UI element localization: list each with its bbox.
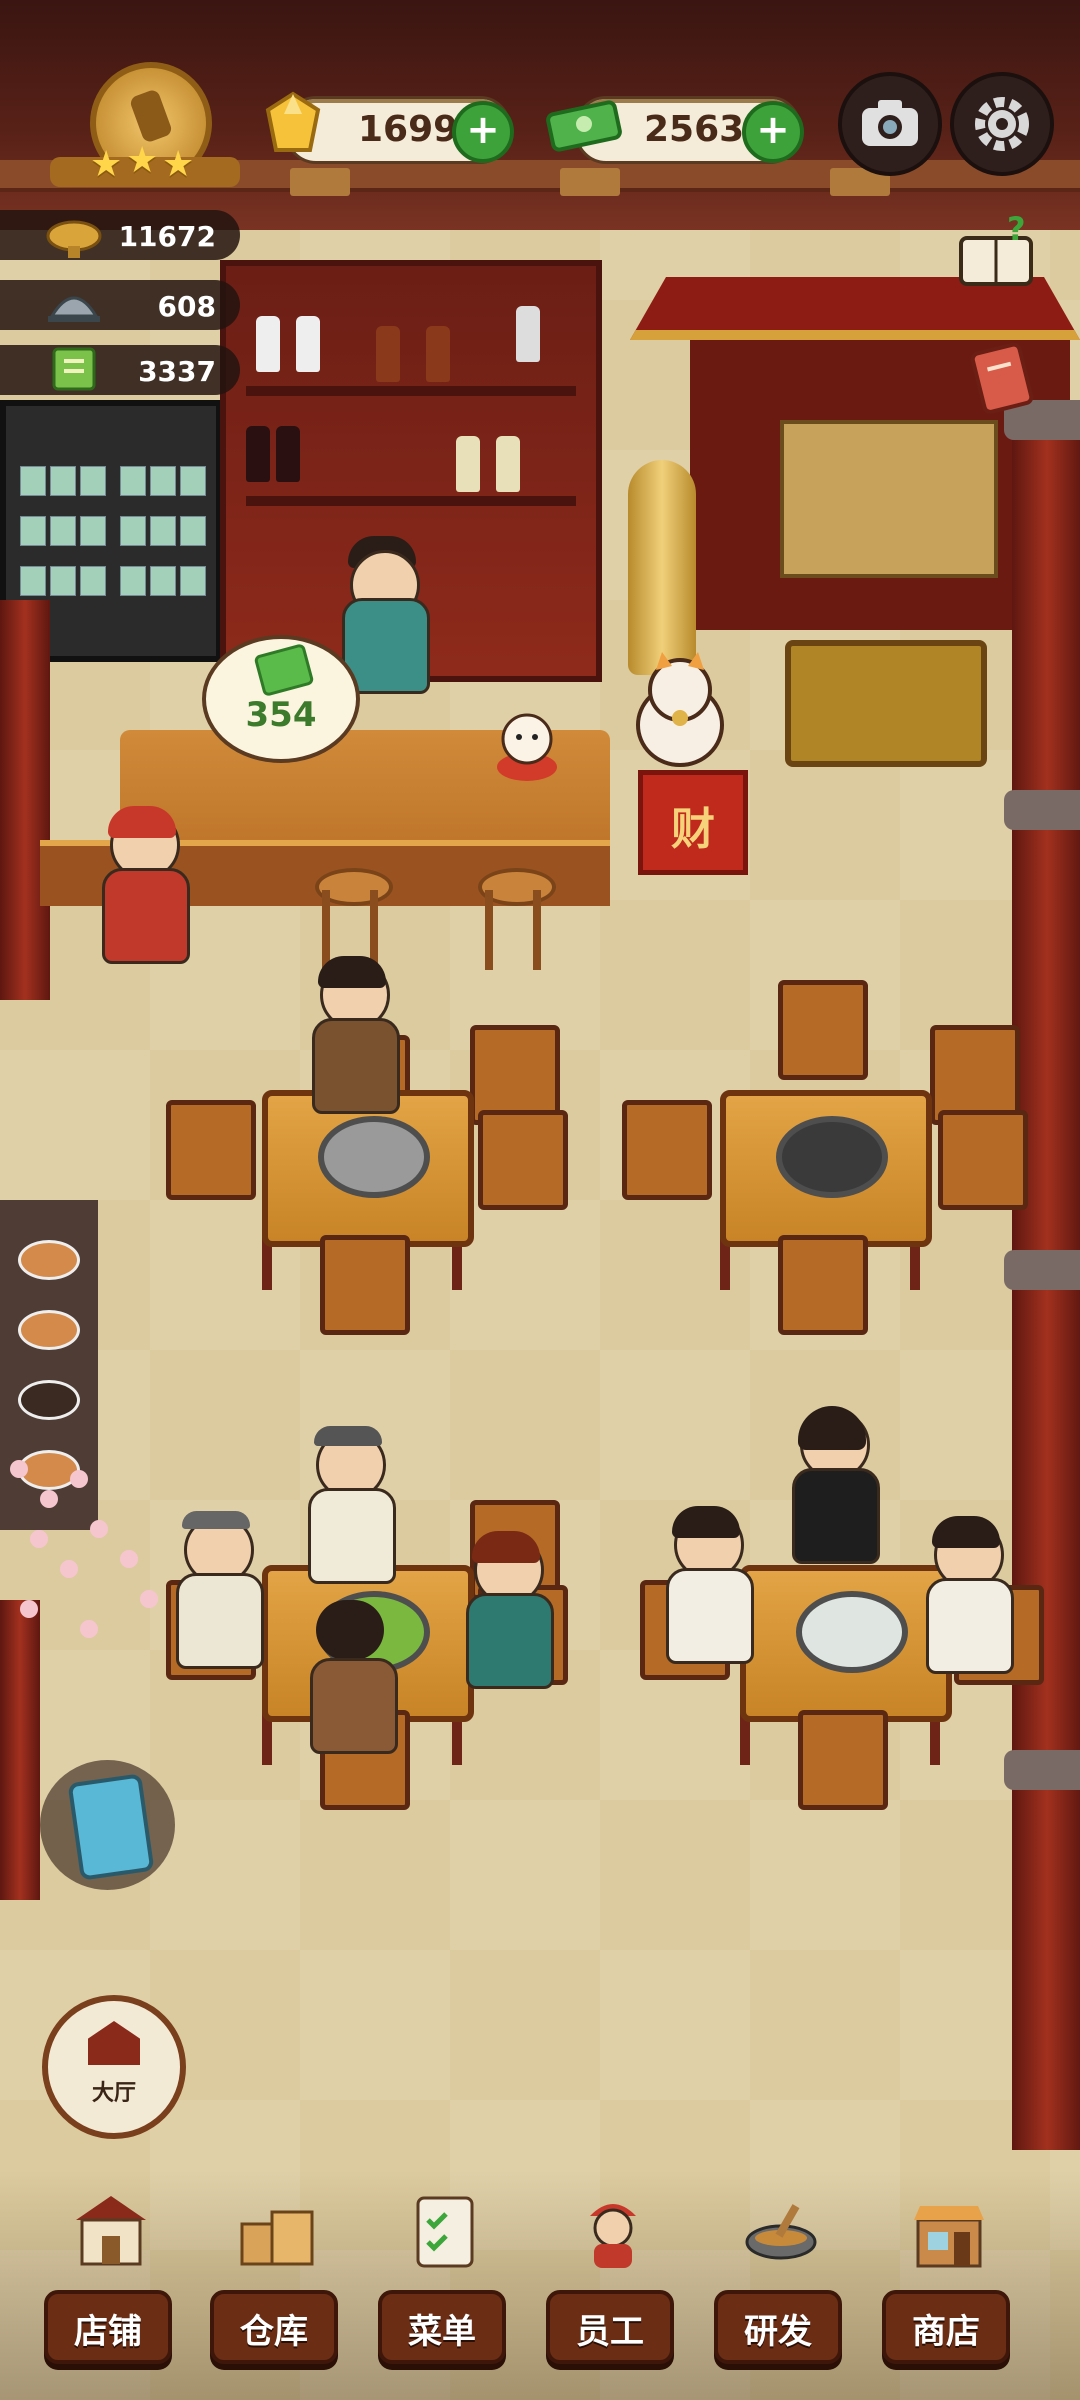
cash-icon — [253, 642, 315, 698]
cloche-icon — [48, 296, 100, 322]
gem-icon — [265, 91, 321, 152]
star-icon: ★ — [126, 140, 159, 181]
trophy-value: 11672 — [118, 220, 216, 253]
task-list-button[interactable] — [40, 1760, 175, 1890]
star-icon: ★ — [90, 144, 123, 185]
income-amount: 354 — [245, 695, 317, 735]
recipe-value: 3337 — [138, 355, 216, 388]
chair — [478, 1110, 568, 1210]
pillar-cap — [1004, 790, 1080, 830]
customer[interactable] — [302, 1426, 402, 1590]
chair — [320, 1235, 410, 1335]
customer[interactable] — [786, 1406, 886, 1580]
nav-label: 店铺 — [74, 2312, 142, 2352]
fish-hotpot — [796, 1591, 908, 1673]
hall-button[interactable]: 大厅 — [42, 1995, 186, 2139]
chair — [778, 980, 868, 1080]
nav-menu-button[interactable]: 菜单 — [364, 2180, 524, 2380]
clipboard-icon — [67, 1773, 155, 1881]
fortune-char: 财 — [671, 804, 715, 855]
hotpot-dish — [318, 1116, 430, 1198]
dining-table[interactable] — [720, 1090, 932, 1247]
pillar-cap — [1004, 1750, 1080, 1790]
research-wok-icon — [745, 2204, 817, 2260]
beam-panel — [290, 168, 350, 196]
customer[interactable] — [920, 1516, 1020, 1680]
nav-label: 菜单 — [408, 2312, 476, 2352]
hall-label: 大厅 — [91, 2081, 136, 2106]
nav-label: 商店 — [912, 2312, 980, 2352]
notice-book-icon[interactable] — [968, 340, 1038, 416]
beam-panel — [560, 168, 620, 196]
help-book-icon[interactable]: ? — [955, 210, 1037, 290]
nav-label: 仓库 — [240, 2312, 308, 2352]
recipe-stat: 3337 — [0, 345, 240, 395]
nav-research-button[interactable]: 研发 — [700, 2180, 860, 2380]
chair — [622, 1100, 712, 1200]
chair — [778, 1235, 868, 1335]
nav-warehouse-button[interactable]: 仓库 — [196, 2180, 356, 2380]
lion-dance-child-character[interactable] — [96, 806, 196, 1010]
fortune-box[interactable]: 财 — [638, 770, 748, 875]
customer[interactable] — [304, 1600, 404, 1760]
rating-badge[interactable]: ★ ★ ★ — [50, 62, 240, 192]
customer[interactable] — [660, 1506, 760, 1670]
store-front-icon — [914, 2206, 984, 2268]
settings-button[interactable] — [950, 72, 1054, 176]
chair — [166, 1100, 256, 1200]
nav-staff-button[interactable]: 员工 — [532, 2180, 692, 2380]
star-icon: ★ — [162, 144, 195, 185]
chopsticks-icon — [128, 88, 174, 144]
pillar — [0, 1600, 40, 1900]
trophy-stat: 11672 — [0, 210, 240, 260]
lucky-cat-icon[interactable] — [620, 650, 740, 770]
camera-icon — [862, 100, 918, 146]
add-cash-button[interactable]: + — [742, 101, 804, 163]
dish-stat: 608 — [0, 280, 240, 330]
nav-label: 员工 — [576, 2312, 644, 2352]
golden-urn[interactable] — [628, 460, 696, 675]
shop-building-icon — [76, 2196, 146, 2266]
warehouse-boxes-icon — [240, 2210, 314, 2266]
customer[interactable] — [306, 956, 406, 1120]
customer[interactable] — [170, 1511, 270, 1675]
empty-hotpot — [776, 1116, 888, 1198]
nav-shop-button[interactable]: 店铺 — [30, 2180, 190, 2380]
chair — [938, 1110, 1028, 1210]
nav-store-button[interactable]: 商店 — [868, 2180, 1028, 2380]
pillar — [0, 600, 50, 1000]
chair — [798, 1710, 888, 1810]
pagoda-rug — [785, 640, 987, 767]
customer[interactable] — [460, 1531, 560, 1695]
recipe-book-icon — [52, 347, 96, 391]
pillar-cap — [1004, 1250, 1080, 1290]
camera-button[interactable] — [838, 72, 942, 176]
staff-chef-icon — [590, 2204, 636, 2268]
kitchen-door-screen — [780, 420, 998, 578]
golden-ingot-icon — [46, 220, 102, 258]
dish-value: 608 — [157, 290, 216, 323]
svg-text:?: ? — [1007, 210, 1026, 248]
menu-clipboard-icon — [416, 2196, 474, 2268]
nav-label: 研发 — [744, 2312, 812, 2352]
cash-stack-icon — [546, 100, 622, 152]
tiger-mascot-icon — [497, 713, 557, 781]
gear-icon — [975, 97, 1029, 151]
gem-value: 1699 — [358, 109, 459, 150]
add-gems-button[interactable]: + — [452, 101, 514, 163]
hall-house-icon — [88, 2021, 140, 2065]
income-bubble[interactable]: 354 — [202, 635, 360, 763]
